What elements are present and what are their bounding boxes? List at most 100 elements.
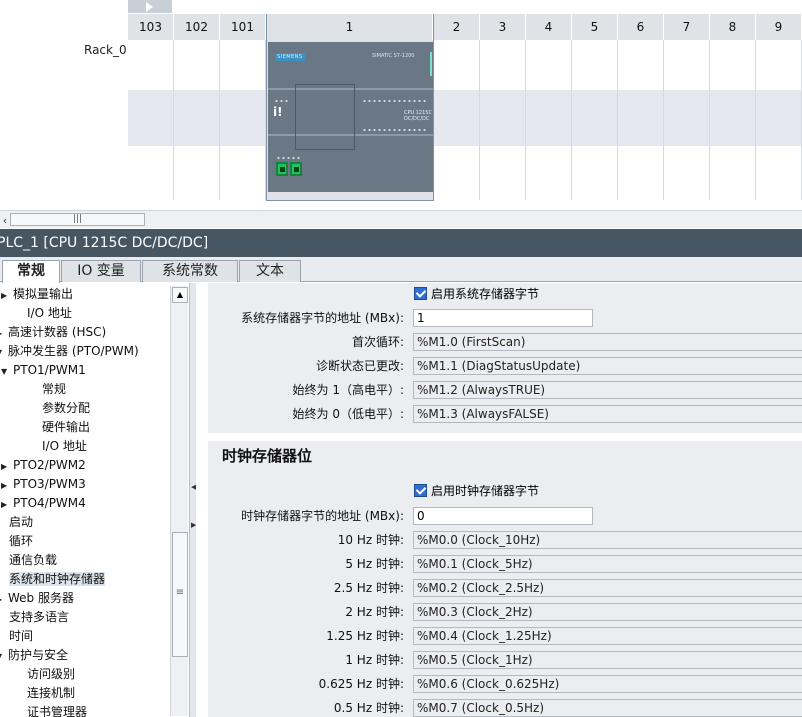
clock-memory-address-input[interactable]: 0 xyxy=(413,507,593,525)
slot-6[interactable] xyxy=(618,40,664,200)
cpu-brand-label: SIEMENS xyxy=(275,53,305,61)
tree-item[interactable]: ▶ PTO4/PWM4 xyxy=(1,494,86,513)
tree-item[interactable]: I/O 地址 xyxy=(42,437,87,456)
tree-item[interactable]: ▼脉冲发生器 (PTO/PWM) xyxy=(0,342,139,361)
slot-3[interactable] xyxy=(480,40,526,200)
clock-memory-row-value: %M0.7 (Clock_0.5Hz) xyxy=(413,699,802,717)
slot-header-8[interactable]: 8 xyxy=(710,14,756,40)
tree-item[interactable]: 连接机制 xyxy=(27,684,75,703)
tree-item[interactable]: 访问级别 xyxy=(27,665,75,684)
caret-down-icon[interactable]: ▼ xyxy=(1,362,13,381)
slot-4[interactable] xyxy=(526,40,572,200)
tree-item-label: 访问级别 xyxy=(27,667,76,681)
slot-5[interactable] xyxy=(572,40,618,200)
slot-header-5[interactable]: 5 xyxy=(572,14,618,40)
properties-title-bar: PLC_1 [CPU 1215C DC/DC/DC] xyxy=(0,229,802,257)
tree-item-label: 常规 xyxy=(42,382,67,396)
slot-header-101[interactable]: 101 xyxy=(220,14,266,40)
caret-down-icon[interactable]: ▼ xyxy=(0,647,8,666)
tree-item[interactable]: 时间 xyxy=(9,627,33,646)
slot-header-3[interactable]: 3 xyxy=(480,14,526,40)
splitter-expand-icon[interactable]: ▶ xyxy=(191,521,196,535)
caret-right-icon[interactable]: ▶ xyxy=(1,495,13,514)
checkbox-checked-icon[interactable] xyxy=(414,287,427,300)
properties-title: PLC_1 [CPU 1215C DC/DC/DC] xyxy=(0,235,209,251)
slot-header-102[interactable]: 102 xyxy=(174,14,220,40)
cpu-output-leds xyxy=(362,128,427,132)
slot-2[interactable] xyxy=(434,40,480,200)
clock-memory-row-value: %M0.1 (Clock_5Hz) xyxy=(413,555,802,573)
ethernet-port-2-icon[interactable] xyxy=(290,162,302,176)
system-memory-row-value: %M1.1 (DiagStatusUpdate) xyxy=(413,357,802,375)
tree-item-label: PTO4/PWM4 xyxy=(13,496,86,510)
scroll-thumb[interactable]: ||| xyxy=(10,213,145,226)
enable-clock-memory-checkbox[interactable]: 启用时钟存储器字节 xyxy=(414,482,539,500)
slot-header-103[interactable]: 103 xyxy=(128,14,174,40)
rack-horizontal-scrollbar[interactable]: ‹ ||| xyxy=(0,210,802,228)
slot-header-1[interactable]: 1 xyxy=(267,14,433,40)
clock-memory-title: 时钟存储器位 xyxy=(222,447,313,465)
tree-item-label: 模拟量输出 xyxy=(13,287,74,301)
slot-8[interactable] xyxy=(710,40,756,200)
cpu-port-leds xyxy=(276,156,300,160)
caret-right-icon[interactable]: ▶ xyxy=(1,286,13,305)
caret-right-icon[interactable]: ▶ xyxy=(0,590,8,609)
caret-right-icon[interactable]: ▶ xyxy=(1,457,13,476)
tree-item[interactable]: 系统和时钟存储器 xyxy=(9,570,106,589)
tree-scroll-thumb[interactable]: ≡ xyxy=(172,532,188,657)
tree-item-label: 证书管理器 xyxy=(27,705,88,717)
slot-header-4[interactable]: 4 xyxy=(526,14,572,40)
tab-system-constants[interactable]: 系统常数 xyxy=(142,260,238,282)
clock-memory-row-label: 10 Hz 时钟: xyxy=(337,533,404,547)
tree-item[interactable]: ▼防护与安全 xyxy=(0,646,68,665)
slot-header-6[interactable]: 6 xyxy=(618,14,664,40)
slot-9[interactable] xyxy=(756,40,802,200)
tree-item[interactable]: ▶Web 服务器 xyxy=(0,589,74,608)
tab-general[interactable]: 常规 xyxy=(2,260,60,283)
enable-system-memory-checkbox[interactable]: 启用系统存储器字节 xyxy=(414,285,539,303)
scroll-up-icon[interactable]: ▲ xyxy=(172,287,188,303)
tree-item[interactable]: 硬件输出 xyxy=(42,418,90,437)
tree-item[interactable]: 常规 xyxy=(42,380,66,399)
tab-io-tags[interactable]: IO 变量 xyxy=(61,260,141,282)
caret-right-icon[interactable]: ▶ xyxy=(1,476,13,495)
tab-texts[interactable]: 文本 xyxy=(239,260,301,282)
splitter-collapse-icon[interactable]: ◀ xyxy=(191,483,196,497)
caret-right-icon[interactable]: ▶ xyxy=(0,324,8,343)
tree-item[interactable]: 循环 xyxy=(9,532,33,551)
slot-101[interactable] xyxy=(220,40,266,200)
clock-memory-row-value: %M0.6 (Clock_0.625Hz) xyxy=(413,675,802,693)
ethernet-port-1-icon[interactable] xyxy=(276,162,288,176)
slot-header-2[interactable]: 2 xyxy=(434,14,480,40)
slot-7[interactable] xyxy=(664,40,710,200)
slot-103[interactable] xyxy=(128,40,174,200)
slot-header-7[interactable]: 7 xyxy=(664,14,710,40)
tree-item-label: 高速计数器 (HSC) xyxy=(8,325,107,339)
clock-memory-row-label: 2 Hz 时钟: xyxy=(345,605,404,619)
caret-down-icon[interactable]: ▼ xyxy=(0,343,8,362)
rack-expand-icon[interactable] xyxy=(128,0,172,13)
tree-item[interactable]: ▶高速计数器 (HSC) xyxy=(0,323,106,342)
tree-item-label: 连接机制 xyxy=(27,686,76,700)
slot-header-9[interactable]: 9 xyxy=(756,14,802,40)
tree-item-label: 参数分配 xyxy=(42,401,91,415)
clock-memory-row-value: %M0.4 (Clock_1.25Hz) xyxy=(413,627,802,645)
tree-item[interactable]: 支持多语言 xyxy=(9,608,69,627)
tree-item[interactable]: 参数分配 xyxy=(42,399,90,418)
tree-item[interactable]: I/O 地址 xyxy=(27,304,72,323)
tree-vertical-scrollbar[interactable]: ▲ ≡ xyxy=(170,286,188,716)
clock-memory-row-label: 1 Hz 时钟: xyxy=(345,653,404,667)
tree-item[interactable]: 通信负载 xyxy=(9,551,57,570)
tree-item[interactable]: 证书管理器 xyxy=(27,703,87,717)
tree-item[interactable]: ▶ PTO2/PWM2 xyxy=(1,456,86,475)
cpu-module[interactable]: SIEMENS SIMATIC S7-1200 i! CPU 1215C DC/… xyxy=(268,42,433,192)
tree-item[interactable]: ▼ PTO1/PWM1 xyxy=(1,361,86,380)
scroll-left-icon[interactable]: ‹ xyxy=(0,214,10,227)
slot-102[interactable] xyxy=(174,40,220,200)
checkbox-checked-icon[interactable] xyxy=(414,484,427,497)
tree-item[interactable]: ▶ PTO3/PWM3 xyxy=(1,475,86,494)
system-memory-address-input[interactable]: 1 xyxy=(413,309,593,327)
properties-tabs: 常规 IO 变量 系统常数 文本 xyxy=(0,257,802,283)
tree-item[interactable]: 启动 xyxy=(9,513,33,532)
tree-item[interactable]: ▶ 模拟量输出 xyxy=(1,285,73,304)
